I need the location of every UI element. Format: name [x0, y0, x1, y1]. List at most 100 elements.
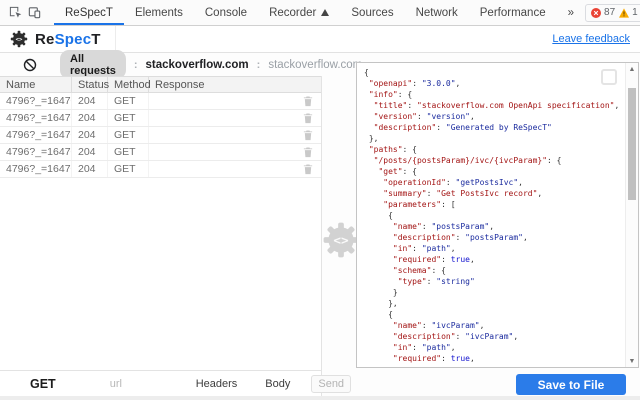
editor-scrollbar[interactable]: ▲ ▼ [625, 63, 638, 367]
tab-recorder[interactable]: Recorder [258, 0, 340, 25]
svg-text:<>: <> [16, 37, 23, 43]
code-line: "name": "postsParam", [364, 221, 625, 232]
more-tabs-button[interactable]: » [557, 0, 585, 25]
bottom-strip [0, 396, 640, 400]
code-line: "in": "path", [364, 342, 625, 353]
tab-label: ReSpecT [65, 7, 113, 19]
code-line: "required": true, [364, 254, 625, 265]
tab-label: Sources [351, 7, 393, 19]
request-status: 204 [72, 127, 108, 143]
trash-icon [303, 113, 313, 124]
trash-icon [303, 164, 313, 175]
send-button[interactable]: Send [311, 375, 351, 393]
delete-request-button[interactable] [303, 147, 313, 158]
body-toggle[interactable]: Body [265, 378, 290, 390]
request-response [149, 110, 321, 126]
table-row[interactable]: 4796?_=16470...204GET [0, 110, 321, 127]
delete-request-button[interactable] [303, 164, 313, 175]
tab-label: Console [205, 7, 247, 19]
code-line: "operationId": "getPostsIvc", [364, 177, 625, 188]
request-method: GET [108, 144, 149, 160]
delete-request-button[interactable] [303, 130, 313, 141]
column-header-method[interactable]: Method [108, 77, 149, 92]
leave-feedback-link[interactable]: Leave feedback [552, 33, 630, 45]
clear-requests-icon[interactable] [23, 58, 37, 72]
error-icon [591, 8, 601, 18]
code-line: "info": { [364, 89, 625, 100]
warning-count: 1 [632, 7, 638, 18]
openapi-spec-code: { "openapi": "3.0.0", "info": { "title":… [357, 63, 625, 367]
copy-icon-button[interactable] [601, 69, 617, 85]
console-issues-group[interactable]: 87 1 [585, 4, 640, 22]
host-filter-secondary[interactable]: stackoverflow.com [268, 59, 362, 71]
warning-badge: 1 [619, 7, 638, 18]
inspect-element-icon[interactable] [8, 3, 23, 23]
requests-table-body: 4796?_=16470...204GET4796?_=16470...204G… [0, 93, 321, 178]
column-header-status[interactable]: Status [72, 77, 108, 92]
save-to-file-button[interactable]: Save to File [516, 374, 626, 395]
code-line: { [364, 210, 625, 221]
requests-table: Name Status Method Response 4796?_=16470… [0, 76, 322, 370]
code-line: { [364, 309, 625, 320]
request-method: GET [108, 127, 149, 143]
tab-elements[interactable]: Elements [124, 0, 194, 25]
delete-request-button[interactable] [303, 113, 313, 124]
host-filter-primary[interactable]: stackoverflow.com [146, 59, 249, 71]
request-name: 4796?_=16470... [0, 110, 72, 126]
capture-toolbar: All requests : stackoverflow.com : stack… [0, 53, 356, 76]
request-status: 204 [72, 144, 108, 160]
code-line: "type": "string" [364, 276, 625, 287]
tab-respect[interactable]: ReSpecT [54, 0, 124, 25]
request-method: GET [108, 161, 149, 177]
tab-console[interactable]: Console [194, 0, 258, 25]
page-title: ReSpecT [35, 31, 101, 48]
table-row[interactable]: 4796?_=16470...204GET [0, 161, 321, 178]
scrollbar-down-arrow[interactable]: ▼ [626, 355, 638, 367]
respect-devtools-panel: ReSpecT Elements Console Recorder Sources Net… [0, 0, 640, 400]
code-line: "description": "postsParam", [364, 232, 625, 243]
code-line: "version": "version", [364, 111, 625, 122]
column-header-response[interactable]: Response [149, 77, 321, 92]
table-row[interactable]: 4796?_=16470...204GET [0, 144, 321, 161]
code-line: "title": "stackoverflow.com OpenApi spec… [364, 100, 625, 111]
request-name: 4796?_=16470... [0, 161, 72, 177]
error-count: 87 [604, 7, 615, 18]
request-response [149, 161, 321, 177]
all-requests-filter-button[interactable]: All requests [60, 50, 126, 79]
warning-icon [619, 8, 629, 18]
extension-header: <> ReSpecT Leave feedback [0, 26, 640, 53]
table-row[interactable]: 4796?_=16470...204GET [0, 93, 321, 110]
table-row[interactable]: 4796?_=16470...204GET [0, 127, 321, 144]
openapi-spec-editor[interactable]: { "openapi": "3.0.0", "info": { "title":… [356, 62, 639, 368]
filter-separator: : [134, 59, 138, 71]
method-dropdown[interactable]: GET [30, 377, 56, 391]
code-line: "paths": { [364, 144, 625, 155]
delete-request-button[interactable] [303, 96, 313, 107]
url-input[interactable] [108, 377, 170, 391]
scrollbar-thumb[interactable] [628, 88, 636, 200]
trash-icon [303, 130, 313, 141]
column-header-name[interactable]: Name [0, 77, 72, 92]
code-line: } [364, 287, 625, 298]
tab-network[interactable]: Network [405, 0, 469, 25]
request-method: GET [108, 110, 149, 126]
code-line: "description": "Generated by ReSpecT" [364, 122, 625, 133]
tab-sources[interactable]: Sources [340, 0, 404, 25]
scrollbar-up-arrow[interactable]: ▲ [626, 63, 638, 75]
request-name: 4796?_=16470... [0, 93, 72, 109]
code-line: }, [364, 298, 625, 309]
headers-toggle[interactable]: Headers [196, 378, 238, 390]
trash-icon [303, 96, 313, 107]
tab-performance[interactable]: Performance [469, 0, 557, 25]
request-response [149, 93, 321, 109]
request-response [149, 144, 321, 160]
code-line: "schema": { [364, 265, 625, 276]
request-status: 204 [72, 110, 108, 126]
device-toolbar-icon[interactable] [27, 3, 42, 23]
requests-table-header: Name Status Method Response [0, 76, 321, 93]
svg-text:<>: <> [333, 232, 349, 247]
tab-label: Elements [135, 7, 183, 19]
request-response [149, 127, 321, 143]
respect-watermark-gear-icon: <> [322, 221, 360, 259]
manual-request-bar: GET Headers Body Send [0, 370, 322, 396]
